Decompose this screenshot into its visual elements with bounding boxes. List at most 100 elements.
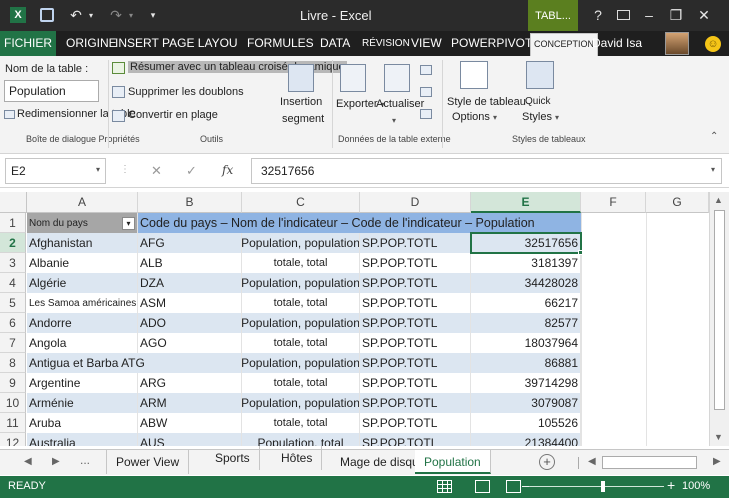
minimize-button[interactable]: –	[637, 4, 661, 26]
cell-a[interactable]: Argentine	[27, 373, 138, 393]
scroll-up-icon[interactable]: ▲	[714, 195, 723, 205]
tab-powerpivot[interactable]: POWERPIVOT	[451, 31, 532, 56]
cell-d[interactable]: SP.POP.TOTL	[360, 273, 471, 293]
column-header-c[interactable]: C	[242, 192, 360, 213]
cell-e[interactable]: 21384400	[471, 433, 581, 446]
page-break-preview-icon[interactable]	[506, 480, 521, 493]
cell-d[interactable]: SP.POP.TOTL	[360, 353, 471, 373]
convert-to-range-button[interactable]: Convertir en plage	[128, 109, 218, 121]
cell-e[interactable]: 3079087	[471, 393, 581, 413]
cell-b[interactable]	[138, 353, 242, 373]
row-header[interactable]: 3	[0, 253, 26, 273]
cell-e[interactable]: 34428028	[471, 273, 581, 293]
cell-d[interactable]: SP.POP.TOTL	[360, 293, 471, 313]
refresh-dropdown-icon[interactable]: ▾	[392, 114, 396, 126]
row-header[interactable]: 9	[0, 373, 26, 393]
redo-dropdown-icon[interactable]: ▾	[126, 4, 136, 26]
name-box-dropdown-icon[interactable]: ▾	[96, 165, 100, 174]
table-tools-context-tab[interactable]: TABL...	[528, 0, 578, 31]
redo-icon[interactable]: ↷	[106, 4, 126, 26]
normal-view-icon[interactable]	[437, 480, 452, 493]
restore-button[interactable]: ❐	[664, 4, 688, 26]
cell-e[interactable]: 39714298	[471, 373, 581, 393]
zoom-out-button[interactable]: –	[522, 477, 530, 493]
open-in-browser-icon[interactable]	[420, 87, 432, 97]
column-header-e[interactable]: E	[471, 192, 581, 213]
scroll-down-icon[interactable]: ▼	[714, 432, 723, 442]
table-name-input[interactable]: Population	[4, 80, 99, 102]
row-header[interactable]: 4	[0, 273, 26, 293]
cell-a[interactable]: Arménie	[27, 393, 138, 413]
customize-qat-icon[interactable]: ▾	[146, 4, 160, 26]
fill-handle[interactable]	[578, 250, 583, 255]
horizontal-scrollbar-thumb[interactable]	[602, 456, 697, 469]
quick-styles-button[interactable]: Quick	[525, 96, 551, 107]
hscroll-left-icon[interactable]: ◀	[588, 456, 596, 467]
zoom-level[interactable]: 100%	[682, 480, 710, 492]
cell-b[interactable]: AGO	[138, 333, 242, 353]
cell-a[interactable]: Australia	[27, 433, 138, 446]
cell-b[interactable]: ARG	[138, 373, 242, 393]
cell-c[interactable]: Population, population	[242, 393, 360, 413]
row-header[interactable]: 5	[0, 293, 26, 313]
cell-d[interactable]: SP.POP.TOTL	[360, 373, 471, 393]
sheet-prev-icon[interactable]: ◀	[24, 456, 32, 467]
tab-split-divider[interactable]	[578, 457, 579, 469]
tab-design[interactable]: CONCEPTION	[530, 33, 599, 56]
table-style-options-button-line2[interactable]: Options ▾	[452, 111, 497, 123]
cell-c[interactable]: Population, population	[242, 353, 360, 373]
new-sheet-button[interactable]: +	[539, 454, 555, 470]
cell-c[interactable]: Population, population	[242, 313, 360, 333]
tab-insert[interactable]: INSERT	[115, 31, 159, 56]
insert-slicer-button[interactable]: Insertion	[280, 96, 322, 108]
column-header-g[interactable]: G	[646, 192, 709, 213]
sheet-tab-hosts[interactable]: Hôtes	[272, 446, 323, 470]
cell-d[interactable]: SP.POP.TOTL	[360, 433, 471, 446]
column-header-a[interactable]: A	[27, 192, 138, 213]
ribbon-display-options-icon[interactable]	[611, 4, 635, 26]
active-cell-e2[interactable]	[470, 232, 582, 254]
cell-b[interactable]: ABW	[138, 413, 242, 433]
cell-c[interactable]: totale, total	[242, 333, 360, 353]
cell-e[interactable]: 18037964	[471, 333, 581, 353]
sheet-next-icon[interactable]: ▶	[52, 456, 60, 467]
tab-data[interactable]: DATA	[320, 31, 350, 56]
column-header-d[interactable]: D	[360, 192, 471, 213]
cancel-icon[interactable]: ✕	[151, 163, 162, 179]
tab-formulas[interactable]: FORMULES	[247, 31, 314, 56]
row-header[interactable]: 8	[0, 353, 26, 373]
header-cell-merged-text[interactable]: Code du pays – Nom de l'indicateur – Cod…	[138, 213, 581, 233]
row-header[interactable]: 2	[0, 233, 26, 253]
help-button[interactable]: ?	[586, 4, 610, 26]
save-icon[interactable]	[36, 4, 58, 26]
cell-d[interactable]: SP.POP.TOTL	[360, 393, 471, 413]
close-button[interactable]: ✕	[692, 4, 716, 26]
cell-b[interactable]: ASM	[138, 293, 242, 313]
tab-page-layout[interactable]: PAGE LAYOU	[162, 31, 238, 56]
cell-c[interactable]: totale, total	[242, 253, 360, 273]
avatar[interactable]	[665, 32, 689, 55]
row-header[interactable]: 7	[0, 333, 26, 353]
insert-slicer-button-line2[interactable]: segment	[282, 113, 324, 125]
cell-a[interactable]: Algérie	[27, 273, 138, 293]
collapse-ribbon-icon[interactable]: ⌃	[710, 131, 718, 142]
cell-c[interactable]: Population, population	[242, 233, 360, 253]
zoom-in-button[interactable]: +	[667, 477, 675, 493]
cell-c[interactable]: totale, total	[242, 373, 360, 393]
cell-e[interactable]: 66217	[471, 293, 581, 313]
remove-duplicates-button[interactable]: Supprimer les doublons	[128, 86, 244, 98]
enter-icon[interactable]: ✓	[186, 163, 197, 179]
refresh-button[interactable]: Actualiser	[376, 98, 424, 110]
insert-function-icon[interactable]: fx	[222, 163, 233, 177]
smiley-feedback-icon[interactable]: ☺	[705, 36, 721, 52]
cell-b[interactable]: ADO	[138, 313, 242, 333]
cell-d[interactable]: SP.POP.TOTL	[360, 333, 471, 353]
expand-formula-bar-icon[interactable]: ▾	[711, 165, 715, 174]
cell-d[interactable]: SP.POP.TOTL	[360, 253, 471, 273]
cell-d[interactable]: SP.POP.TOTL	[360, 233, 471, 253]
undo-icon[interactable]: ↶	[66, 4, 86, 26]
cell-d[interactable]: SP.POP.TOTL	[360, 413, 471, 433]
unlink-icon[interactable]	[420, 109, 432, 119]
cell-c[interactable]: totale, total	[242, 413, 360, 433]
tab-view[interactable]: VIEW	[411, 31, 442, 56]
